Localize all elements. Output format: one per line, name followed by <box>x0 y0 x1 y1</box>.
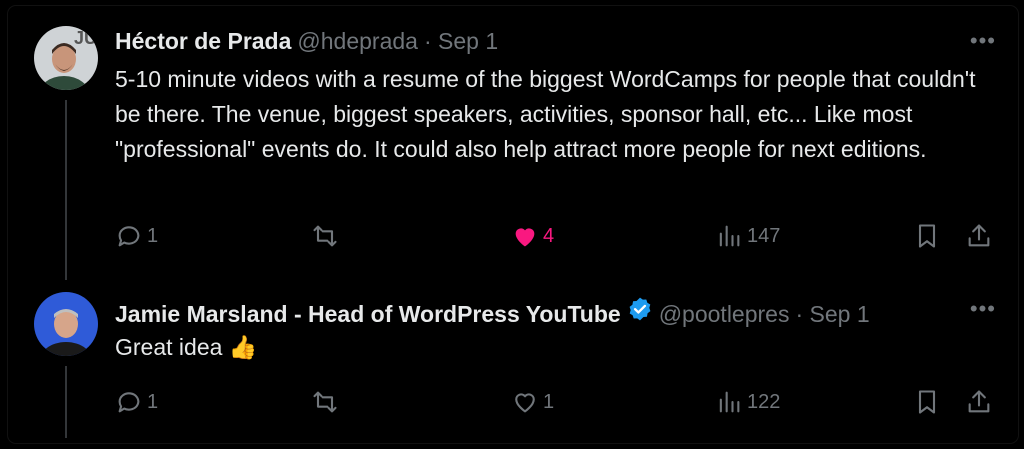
retweet-icon <box>313 391 337 413</box>
like-count: 1 <box>543 390 555 413</box>
tweet-header: Héctor de Prada @hdeprada · Sep 1 <box>115 28 498 55</box>
author-name[interactable]: Héctor de Prada <box>115 28 291 55</box>
retweet-button[interactable] <box>311 218 343 254</box>
reply-icon <box>118 226 140 247</box>
reply-button[interactable]: 1 <box>115 384 158 420</box>
reply-icon <box>118 392 140 413</box>
share-button[interactable] <box>965 384 993 420</box>
verified-badge-icon <box>629 297 651 321</box>
reply-count: 1 <box>147 390 159 413</box>
view-count: 122 <box>747 390 781 413</box>
tweet-header: Jamie Marsland - Head of WordPress YouTu… <box>115 296 870 328</box>
timestamp[interactable]: · Sep 1 <box>424 28 498 55</box>
thread-line <box>65 366 67 438</box>
avatar[interactable]: JU <box>34 26 98 90</box>
tweet-actions: 1 1 122 <box>115 384 995 420</box>
view-count: 147 <box>747 224 781 247</box>
bookmark-button[interactable] <box>913 218 941 254</box>
more-options-icon[interactable]: ••• <box>970 296 996 322</box>
avatar[interactable] <box>34 292 98 356</box>
reply-button[interactable]: 1 <box>115 218 158 254</box>
heart-icon <box>515 393 535 413</box>
tweet-text: Great idea 👍 <box>115 334 258 360</box>
bookmark-icon <box>918 390 936 414</box>
bookmark-icon <box>918 224 936 248</box>
analytics-icon <box>719 225 740 247</box>
like-button[interactable]: 4 <box>511 218 554 254</box>
share-icon <box>968 224 990 247</box>
heart-filled-icon <box>515 228 535 247</box>
analytics-icon <box>719 391 740 413</box>
tweet-actions: 1 4 147 <box>115 218 995 254</box>
author-handle[interactable]: @pootlepres <box>659 301 790 328</box>
views-button[interactable]: 122 <box>715 384 780 420</box>
retweet-button[interactable] <box>311 384 343 420</box>
like-button[interactable]: 1 <box>511 384 554 420</box>
timestamp[interactable]: · Sep 1 <box>795 301 869 328</box>
share-icon <box>968 390 990 413</box>
retweet-icon <box>313 225 337 247</box>
thread-line <box>65 100 67 280</box>
share-button[interactable] <box>965 218 993 254</box>
like-count: 4 <box>543 224 555 247</box>
bookmark-button[interactable] <box>913 384 941 420</box>
views-button[interactable]: 147 <box>715 218 780 254</box>
author-name[interactable]: Jamie Marsland - Head of WordPress YouTu… <box>115 301 621 328</box>
reply-count: 1 <box>147 224 159 247</box>
more-options-icon[interactable]: ••• <box>970 28 996 54</box>
author-handle[interactable]: @hdeprada <box>297 28 418 55</box>
tweet-text: 5-10 minute videos with a resume of the … <box>115 66 976 162</box>
